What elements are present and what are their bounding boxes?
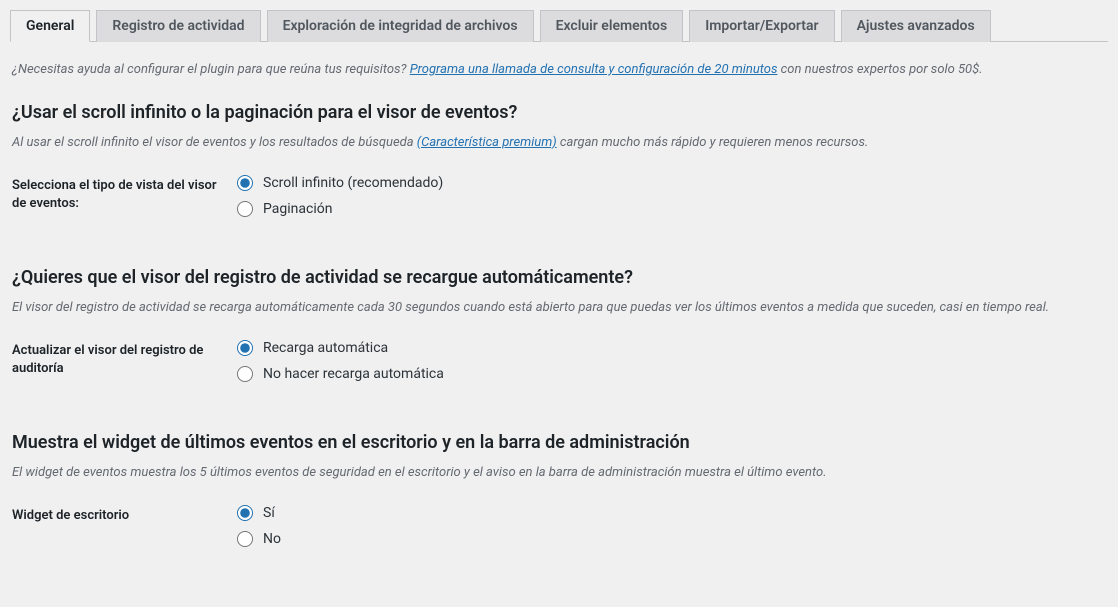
tab-file-integrity[interactable]: Exploración de integridad de archivos bbox=[267, 10, 534, 42]
field-view-type: Selecciona el tipo de vista del visor de… bbox=[12, 175, 1106, 227]
radio-pagination[interactable] bbox=[237, 201, 253, 217]
tabs-nav: General Registro de actividad Exploració… bbox=[10, 10, 1108, 42]
field-view-type-label: Selecciona el tipo de vista del visor de… bbox=[12, 175, 237, 227]
radio-no-refresh-label[interactable]: No hacer recarga automática bbox=[263, 366, 444, 382]
radio-widget-yes[interactable] bbox=[237, 505, 253, 521]
section3-heading: Muestra el widget de últimos eventos en … bbox=[12, 432, 1106, 453]
section2-desc: El visor del registro de actividad se re… bbox=[12, 300, 1106, 315]
field-auto-refresh-label: Actualizar el visor del registro de audi… bbox=[12, 340, 237, 392]
section2-heading: ¿Quieres que el visor del registro de ac… bbox=[12, 267, 1106, 288]
radio-pagination-label[interactable]: Paginación bbox=[263, 201, 332, 217]
tab-advanced[interactable]: Ajustes avanzados bbox=[841, 10, 991, 42]
radio-no-refresh[interactable] bbox=[237, 366, 253, 382]
radio-auto-refresh-label[interactable]: Recarga automática bbox=[263, 340, 388, 356]
field-view-type-options: Scroll infinito (recomendado) Paginación bbox=[237, 175, 1106, 227]
section1-desc-prefix: Al usar el scroll infinito el visor de e… bbox=[12, 135, 417, 150]
radio-infinite-scroll-label[interactable]: Scroll infinito (recomendado) bbox=[263, 175, 443, 191]
section1-desc-suffix: cargan mucho más rápido y requieren meno… bbox=[557, 135, 869, 150]
radio-widget-no-label[interactable]: No bbox=[263, 531, 281, 547]
tab-activity-log[interactable]: Registro de actividad bbox=[96, 10, 260, 42]
field-dashboard-widget: Widget de escritorio Sí No bbox=[12, 505, 1106, 557]
tab-exclude[interactable]: Excluir elementos bbox=[540, 10, 684, 42]
tab-import-export[interactable]: Importar/Exportar bbox=[689, 10, 834, 42]
section3-desc: El widget de eventos muestra los 5 últim… bbox=[12, 465, 1106, 480]
help-text: ¿Necesitas ayuda al configurar el plugin… bbox=[12, 62, 1106, 77]
content-area: ¿Necesitas ayuda al configurar el plugin… bbox=[10, 42, 1108, 557]
help-link[interactable]: Programa una llamada de consulta y confi… bbox=[410, 62, 778, 77]
field-dashboard-widget-label: Widget de escritorio bbox=[12, 505, 237, 557]
section1-heading: ¿Usar el scroll infinito o la paginación… bbox=[12, 102, 1106, 123]
field-auto-refresh-options: Recarga automática No hacer recarga auto… bbox=[237, 340, 1106, 392]
section1-desc: Al usar el scroll infinito el visor de e… bbox=[12, 135, 1106, 150]
radio-infinite-scroll[interactable] bbox=[237, 175, 253, 191]
radio-widget-no[interactable] bbox=[237, 531, 253, 547]
help-suffix: con nuestros expertos por solo 50$. bbox=[777, 62, 982, 77]
radio-auto-refresh[interactable] bbox=[237, 340, 253, 356]
field-auto-refresh: Actualizar el visor del registro de audi… bbox=[12, 340, 1106, 392]
tab-general[interactable]: General bbox=[10, 10, 90, 42]
help-prefix: ¿Necesitas ayuda al configurar el plugin… bbox=[12, 62, 410, 77]
radio-widget-yes-label[interactable]: Sí bbox=[263, 505, 275, 521]
premium-feature-link[interactable]: (Característica premium) bbox=[417, 135, 557, 150]
field-dashboard-widget-options: Sí No bbox=[237, 505, 1106, 557]
